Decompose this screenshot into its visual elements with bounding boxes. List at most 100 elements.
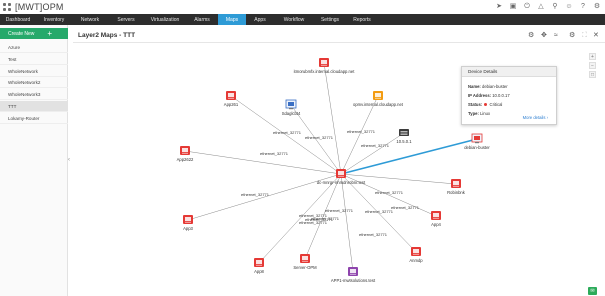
node-label: App4	[431, 222, 441, 227]
rocket-icon[interactable]: ➤	[495, 2, 503, 10]
link-label: ethernet_32771	[361, 143, 390, 148]
map-node[interactable]: Robinbnk	[447, 179, 466, 195]
map-node[interactable]: App3	[183, 215, 194, 231]
map-node[interactable]: APP1-mwtsolutions.test	[331, 267, 376, 283]
sidebar-item-test[interactable]: Test	[0, 54, 68, 65]
search-icon[interactable]: ⚲	[551, 2, 559, 10]
link-label: ethernet_32771	[305, 135, 334, 140]
nav-dashboard[interactable]: Dashboard	[0, 14, 36, 25]
map-link[interactable]	[340, 173, 417, 253]
fit-to-screen-button[interactable]: □	[589, 71, 596, 78]
app-logo[interactable]: [MWT]OPM	[3, 2, 64, 12]
wifi-icon[interactable]: ≈	[554, 32, 558, 39]
device-status: Critical	[489, 102, 503, 107]
popup-title: Device Details	[462, 67, 556, 77]
sidebar-item-lokamy-router[interactable]: Lokamy-Router	[0, 113, 68, 124]
map-node[interactable]: App2622	[177, 146, 194, 162]
close-icon[interactable]: ✕	[593, 32, 599, 39]
node-label: Robinbnk	[447, 190, 466, 195]
nav-servers[interactable]: Servers	[108, 14, 144, 25]
map-node[interactable]: App261	[224, 91, 239, 107]
help-icon[interactable]: ?	[579, 2, 587, 10]
nav-reports[interactable]: Reports	[346, 14, 378, 25]
link-label: ethernet_32771	[241, 192, 270, 197]
server-icon	[411, 247, 421, 256]
map-node[interactable]: Server-OPM	[293, 254, 317, 270]
top-bar: [MWT]OPM ➤ ▣ ⏻ △ ⚲ ☺ ? ⚙	[0, 0, 605, 14]
node-label: App8	[254, 269, 264, 274]
sidebar-item-ttt[interactable]: TTT	[0, 101, 68, 112]
link-label: ethernet_32771	[365, 209, 394, 214]
map-node[interactable]: Sdaglcbt4	[282, 99, 301, 116]
server-icon	[319, 58, 329, 67]
gear-icon[interactable]: ⚙	[569, 32, 575, 39]
logo-icon	[3, 2, 12, 12]
nav-settings[interactable]: Settings	[314, 14, 346, 25]
node-label: App2622	[177, 157, 194, 162]
link-label: ethernet_32771	[273, 130, 302, 135]
link-label: ethernet_32771	[347, 129, 376, 134]
node-label: debian-buster	[464, 145, 490, 150]
link-label: ethernet_32771	[299, 220, 328, 225]
link-label: ethernet_32771	[260, 151, 289, 156]
move-icon[interactable]: ✥	[541, 32, 547, 39]
sidebar-item-wholenetwork2[interactable]: WholeNetwork2	[0, 77, 68, 88]
create-new-button[interactable]: Create New +	[0, 28, 68, 39]
user-icon[interactable]: ☺	[565, 2, 573, 10]
popup-ip-row: IP Address: 10.0.0.17	[468, 93, 510, 98]
nav-inventory[interactable]: Inventory	[36, 14, 72, 25]
server-icon	[180, 146, 190, 155]
map-node[interactable]: opmv.internal.cloudapp.net	[353, 91, 404, 107]
nav-workflow[interactable]: Workflow	[274, 14, 314, 25]
zoom-in-button[interactable]: +	[589, 53, 596, 60]
monitor-icon[interactable]: ▣	[509, 2, 517, 10]
link-label: ethernet_32771	[325, 208, 354, 213]
ip-label: IP Address:	[468, 93, 492, 98]
nav-virtualization[interactable]: Virtualization	[144, 14, 186, 25]
sidebar-item-wholenetwork3[interactable]: WholeNetwork3	[0, 89, 68, 100]
device-details-popup: Device Details Name: debian-buster IP Ad…	[461, 66, 557, 125]
power-icon[interactable]: ⏻	[523, 2, 531, 10]
popup-status-row: Status: Critical	[468, 102, 502, 107]
node-label: App3	[183, 226, 193, 231]
more-details-link[interactable]: More details ›	[523, 115, 548, 120]
map-node[interactable]: App8	[254, 258, 265, 274]
settings-icon[interactable]: ⚙	[593, 2, 601, 10]
nav-maps[interactable]: Maps	[218, 14, 246, 25]
device-ip: 10.0.0.17	[492, 93, 510, 98]
link-label: ethernet_32771	[391, 205, 420, 210]
nav-network[interactable]: Network	[72, 14, 108, 25]
create-new-label: Create New	[8, 30, 35, 37]
map-node[interactable]: App4	[431, 211, 442, 227]
node-label: APP1-mwtsolutions.test	[331, 278, 376, 283]
node-label: itmorubmfx.internal.cloudapp.net	[294, 69, 356, 74]
nav-apps[interactable]: Apps	[246, 14, 274, 25]
sidebar-item-azure[interactable]: Azure	[0, 42, 68, 53]
critical-status-icon	[484, 103, 488, 107]
more-details-label: More details	[522, 115, 546, 120]
bell-icon[interactable]: △	[537, 2, 545, 10]
node-label: Sdaglcbt4	[282, 111, 301, 116]
status-label: Status:	[468, 102, 483, 107]
server-icon	[226, 91, 236, 100]
node-label: dc-mnrgr-nhmdnrobnr.test	[317, 180, 366, 185]
name-label: Name:	[468, 84, 481, 89]
server-icon	[183, 215, 193, 224]
nav-alarms[interactable]: Alarms	[186, 14, 218, 25]
sidebar: Create New + Azure Test WholeNetwork Who…	[0, 25, 68, 296]
map-link[interactable]	[340, 95, 379, 175]
popup-type-row: Type: Linux	[468, 111, 490, 116]
map-node[interactable]: itmorubmfx.internal.cloudapp.net	[294, 58, 356, 74]
node-label: Server-OPM	[293, 265, 317, 270]
settings-icon[interactable]: ⚙	[528, 32, 534, 39]
chat-icon[interactable]: ✉	[588, 287, 597, 295]
fullscreen-icon[interactable]: ⛶	[582, 32, 587, 39]
map-node[interactable]: Anmdp	[409, 247, 423, 263]
zoom-out-button[interactable]: −	[589, 62, 596, 69]
server-icon	[431, 211, 441, 220]
monitor-icon	[471, 133, 483, 144]
sidebar-item-wholenetwork[interactable]: WholeNetwork	[0, 66, 68, 77]
map-link[interactable]	[340, 173, 354, 273]
map-link[interactable]	[323, 62, 342, 175]
switch-icon	[399, 129, 409, 136]
